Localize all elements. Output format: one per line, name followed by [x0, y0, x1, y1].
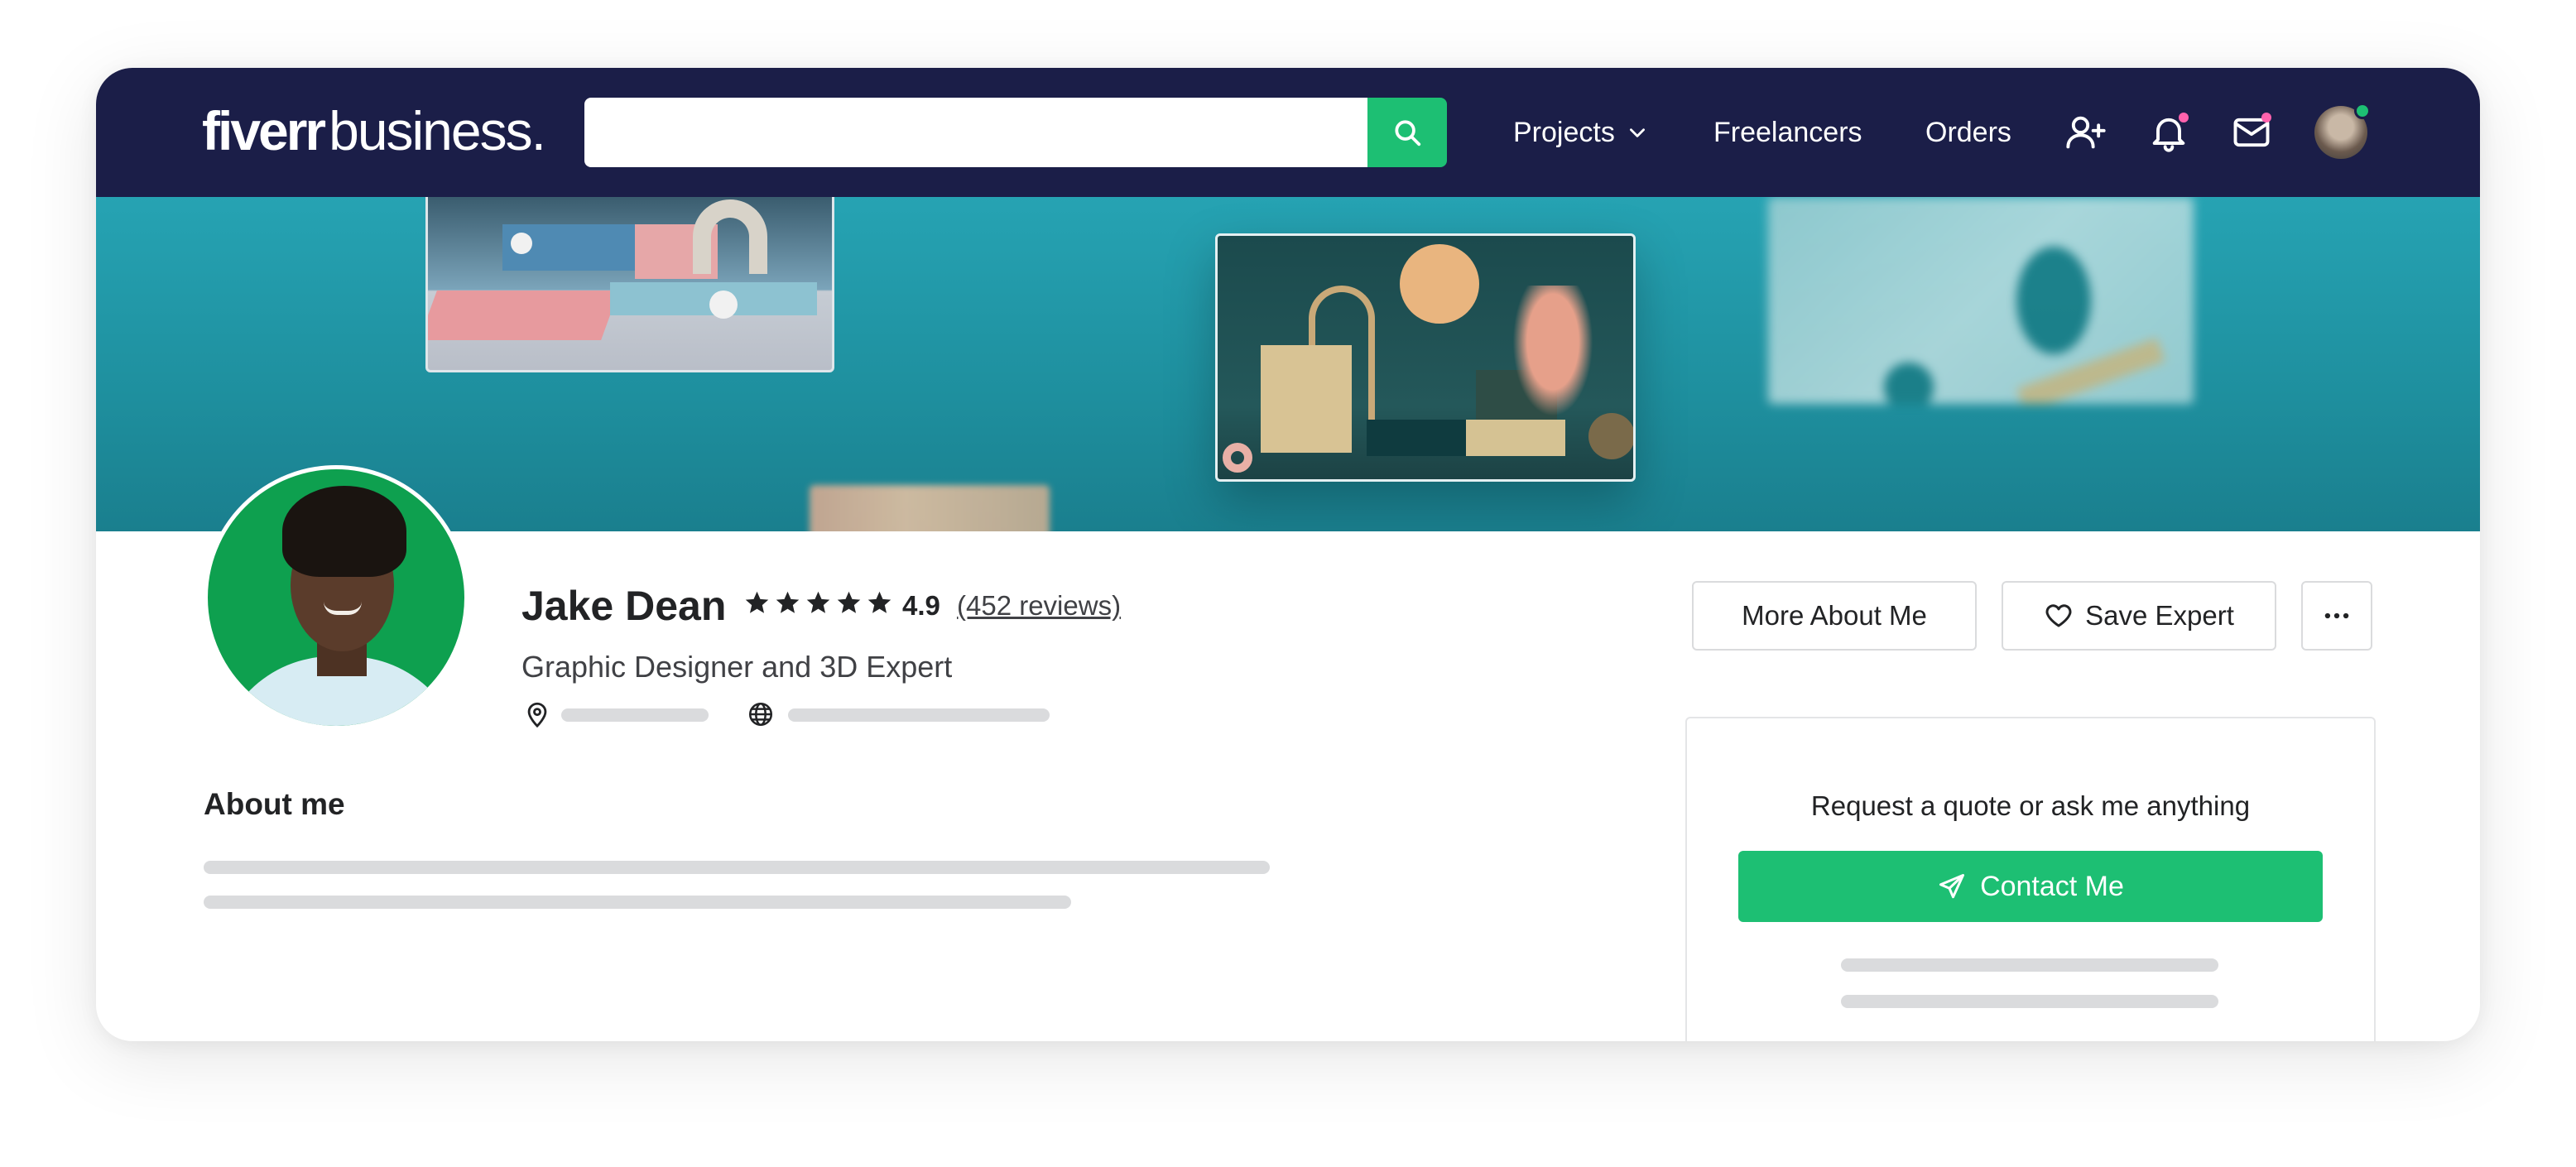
location-pin-icon — [527, 702, 547, 728]
contact-me-button[interactable]: Contact Me — [1738, 851, 2323, 922]
portfolio-image-1 — [425, 197, 834, 372]
about-text-line-2 — [204, 896, 1071, 909]
bell-icon[interactable] — [2147, 111, 2190, 154]
online-status-dot — [2354, 103, 2371, 119]
mail-icon[interactable] — [2230, 111, 2273, 154]
logo-brand: fiverr — [202, 100, 326, 161]
fiverr-business-logo[interactable]: fiverrbusiness. — [202, 98, 546, 164]
rating-value: 4.9 — [902, 590, 940, 621]
save-expert-label: Save Expert — [2085, 600, 2234, 631]
contact-card-title: Request a quote or ask me anything — [1810, 790, 2251, 821]
ellipsis-icon — [2324, 612, 2349, 619]
send-icon — [1939, 874, 1965, 899]
more-about-me-button[interactable]: More About Me — [1692, 581, 1977, 651]
contact-card: Request a quote or ask me anything Conta… — [1685, 717, 2376, 1041]
star-icon — [776, 591, 800, 613]
search-button[interactable] — [1367, 98, 1447, 167]
contact-text-line-2 — [1841, 995, 2218, 1008]
contact-me-label: Contact Me — [1980, 870, 2124, 902]
portfolio-image-2 — [1215, 233, 1636, 482]
profile-avatar — [204, 465, 469, 730]
contact-text-line-1 — [1841, 958, 2218, 972]
profile-headline: Graphic Designer and 3D Expert — [521, 650, 953, 684]
portfolio-image-4 — [810, 485, 1050, 531]
save-expert-button[interactable]: Save Expert — [2002, 581, 2276, 651]
star-icon — [867, 591, 892, 613]
search-icon — [1395, 120, 1421, 146]
star-icon — [745, 591, 769, 613]
user-avatar[interactable] — [2314, 103, 2371, 159]
about-text-line-1 — [204, 861, 1270, 874]
nav-freelancers[interactable]: Freelancers — [1713, 109, 1862, 156]
message-dot — [2261, 113, 2271, 122]
globe-icon — [748, 702, 773, 727]
nav-projects[interactable]: Projects — [1513, 109, 1648, 156]
nav-projects-label: Projects — [1513, 117, 1615, 148]
logo-suffix: business. — [329, 100, 546, 161]
location-placeholder — [561, 708, 709, 722]
top-navbar: fiverrbusiness. Projects Freelancers Ord… — [96, 68, 2480, 197]
chevron-down-icon — [1629, 128, 1645, 137]
star-icon — [837, 591, 861, 613]
reviews-link[interactable]: (452 reviews) — [957, 588, 1121, 624]
portfolio-image-3 — [1768, 197, 2194, 404]
profile-card: fiverrbusiness. Projects Freelancers Ord… — [96, 68, 2480, 1041]
star-rating — [743, 589, 893, 617]
cover-banner — [96, 197, 2480, 531]
add-user-icon[interactable] — [2064, 111, 2107, 154]
notification-dot — [2179, 113, 2189, 122]
more-about-me-label: More About Me — [1742, 600, 1927, 631]
star-icon — [806, 591, 830, 613]
more-options-button[interactable] — [2301, 581, 2372, 651]
nav-orders[interactable]: Orders — [1925, 109, 2011, 156]
profile-name: Jake Dean — [521, 583, 727, 629]
about-me-heading: About me — [204, 787, 345, 821]
heart-icon — [2045, 604, 2072, 627]
search-input[interactable] — [584, 98, 1367, 167]
language-placeholder — [788, 708, 1050, 722]
